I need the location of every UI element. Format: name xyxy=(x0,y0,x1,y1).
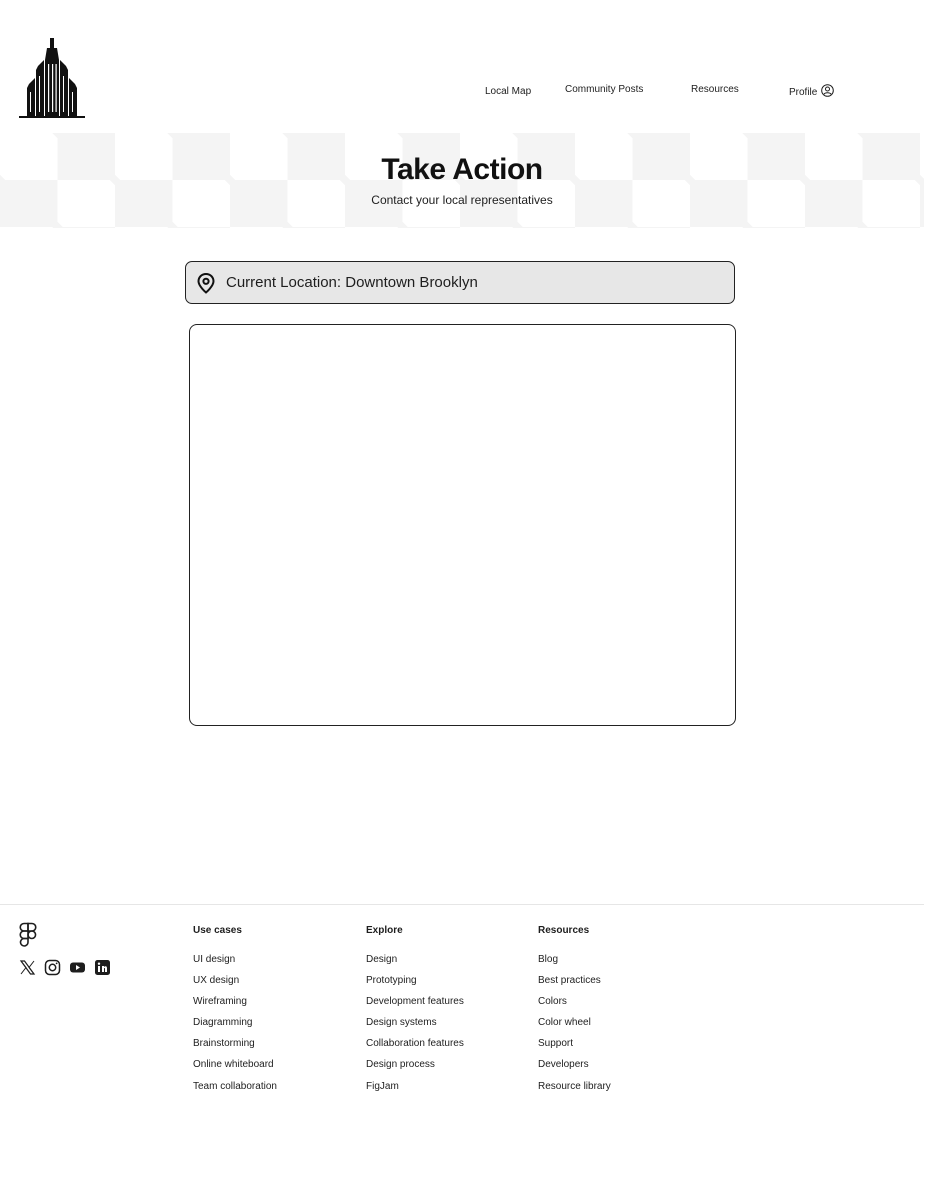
x-icon[interactable] xyxy=(19,959,36,976)
footer-link[interactable]: Collaboration features xyxy=(366,1037,464,1058)
hero-section: Take Action Contact your local represent… xyxy=(0,133,924,228)
footer-link[interactable]: Blog xyxy=(538,953,611,974)
footer-link[interactable]: Online whiteboard xyxy=(193,1058,277,1079)
nav-resources[interactable]: Resources xyxy=(691,84,739,95)
footer-link[interactable]: Brainstorming xyxy=(193,1037,277,1058)
nav-community-posts[interactable]: Community Posts xyxy=(565,84,643,95)
footer-link[interactable]: Wireframing xyxy=(193,995,277,1016)
nav-profile[interactable]: Profile xyxy=(789,84,835,100)
footer-column-use-cases: Use cases UI design UX design Wireframin… xyxy=(193,925,277,1101)
footer-link[interactable]: UX design xyxy=(193,974,277,995)
footer-column-resources: Resources Blog Best practices Colors Col… xyxy=(538,925,611,1101)
footer-column-explore: Explore Design Prototyping Development f… xyxy=(366,925,464,1101)
footer-link[interactable]: Design process xyxy=(366,1058,464,1079)
youtube-icon[interactable] xyxy=(69,959,86,976)
figma-logo-icon[interactable] xyxy=(19,922,37,948)
page-subtitle: Contact your local representatives xyxy=(371,193,553,207)
footer-link[interactable]: Development features xyxy=(366,995,464,1016)
footer-link[interactable]: Best practices xyxy=(538,974,611,995)
page-title: Take Action xyxy=(381,153,543,186)
nav-profile-label: Profile xyxy=(789,86,818,98)
footer-link[interactable]: Support xyxy=(538,1037,611,1058)
footer-column-heading: Explore xyxy=(366,925,403,936)
footer-link[interactable]: FigJam xyxy=(366,1080,464,1101)
location-pin-icon xyxy=(195,272,217,294)
footer-column-heading: Use cases xyxy=(193,925,242,936)
nav-local-map[interactable]: Local Map xyxy=(485,86,531,97)
footer-link[interactable]: Prototyping xyxy=(366,974,464,995)
linkedin-icon[interactable] xyxy=(94,959,111,976)
footer-column-heading: Resources xyxy=(538,925,590,936)
footer-divider xyxy=(0,904,924,905)
footer-link[interactable]: Design xyxy=(366,953,464,974)
skyscraper-logo-icon[interactable] xyxy=(17,36,87,120)
footer-link[interactable]: Color wheel xyxy=(538,1016,611,1037)
footer-link[interactable]: Design systems xyxy=(366,1016,464,1037)
footer-link[interactable]: UI design xyxy=(193,953,277,974)
instagram-icon[interactable] xyxy=(44,959,61,976)
footer-link[interactable]: Team collaboration xyxy=(193,1080,277,1101)
footer-link[interactable]: Colors xyxy=(538,995,611,1016)
user-circle-icon xyxy=(821,84,835,100)
current-location-text: Current Location: Downtown Brooklyn xyxy=(226,274,478,291)
footer-link[interactable]: Resource library xyxy=(538,1080,611,1101)
footer-link[interactable]: Developers xyxy=(538,1058,611,1079)
current-location-bar[interactable]: Current Location: Downtown Brooklyn xyxy=(185,261,735,304)
representatives-map-panel[interactable] xyxy=(189,324,736,726)
footer-link[interactable]: Diagramming xyxy=(193,1016,277,1037)
